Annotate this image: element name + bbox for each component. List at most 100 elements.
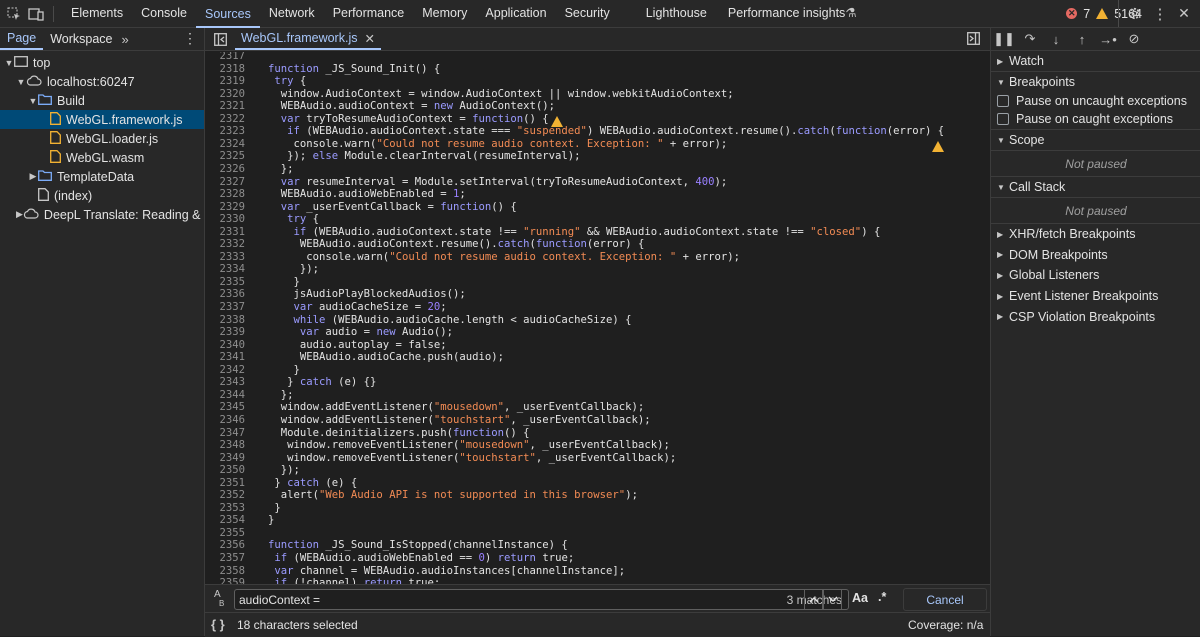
line-number[interactable]: 2348: [205, 439, 245, 451]
line-number[interactable]: 2324: [205, 138, 245, 150]
line-number[interactable]: 2352: [205, 489, 245, 501]
code-line[interactable]: WEBAudio.audioContext = new AudioContext…: [268, 100, 555, 112]
code-line[interactable]: var resumeInterval = Module.setInterval(…: [268, 176, 727, 188]
code-line[interactable]: window.removeEventListener("mousedown", …: [268, 439, 670, 451]
sidebar-section[interactable]: ▶ DOM Breakpoints: [991, 245, 1200, 266]
toggle-debugger-icon[interactable]: [967, 32, 980, 48]
navigator-menu-icon[interactable]: ⋮: [183, 30, 197, 47]
code-line[interactable]: window.removeEventListener("touchstart",…: [268, 452, 676, 464]
more-options-icon[interactable]: ⋮: [1149, 0, 1171, 27]
line-number[interactable]: 2327: [205, 176, 245, 188]
tab-lighthouse[interactable]: Lighthouse: [637, 0, 716, 26]
sidebar-section[interactable]: ▶ CSP Violation Breakpoints: [991, 306, 1200, 327]
line-number[interactable]: 2330: [205, 213, 245, 225]
device-toolbar-icon[interactable]: [25, 0, 47, 27]
line-number[interactable]: 2340: [205, 339, 245, 351]
line-number[interactable]: 2350: [205, 464, 245, 476]
tab-application[interactable]: Application: [476, 0, 555, 26]
line-number[interactable]: 2345: [205, 401, 245, 413]
line-number[interactable]: 2336: [205, 288, 245, 300]
line-number[interactable]: 2356: [205, 539, 245, 551]
code-line[interactable]: window.addEventListener("touchstart", _u…: [268, 414, 651, 426]
line-number[interactable]: 2331: [205, 226, 245, 238]
previous-match-button[interactable]: [804, 589, 823, 610]
line-number[interactable]: 2317: [205, 52, 245, 62]
tab-page[interactable]: Page: [0, 28, 44, 50]
tab-workspace[interactable]: Workspace: [43, 28, 119, 50]
replace-toggle-icon[interactable]: AB: [214, 590, 224, 609]
pause-caught-checkbox[interactable]: Pause on caught exceptions: [991, 109, 1200, 130]
code-line[interactable]: function _JS_Sound_IsStopped(channelInst…: [268, 539, 568, 551]
code-line[interactable]: }: [268, 502, 280, 514]
code-line[interactable]: audio.autoplay = false;: [268, 339, 447, 351]
code-line[interactable]: try {: [268, 213, 319, 225]
scope-section[interactable]: ▼ Scope: [991, 130, 1200, 151]
code-line[interactable]: WEBAudio.audioContext.resume().catch(fun…: [268, 238, 644, 250]
code-line[interactable]: var tryToResumeAudioContext = function()…: [268, 113, 549, 125]
line-number[interactable]: 2328: [205, 188, 245, 200]
line-number[interactable]: 2344: [205, 389, 245, 401]
line-number[interactable]: 2323: [205, 125, 245, 137]
step-into-icon[interactable]: ↓: [1043, 32, 1069, 47]
more-tabs-icon[interactable]: »: [120, 32, 129, 47]
pause-uncaught-checkbox[interactable]: Pause on uncaught exceptions: [991, 92, 1200, 109]
line-number[interactable]: 2351: [205, 477, 245, 489]
line-number[interactable]: 2319: [205, 75, 245, 87]
code-line[interactable]: });: [268, 263, 319, 275]
tab-elements[interactable]: Elements: [62, 0, 132, 26]
close-tab-icon[interactable]: ✕: [364, 31, 374, 46]
code-line[interactable]: };: [268, 163, 294, 175]
line-number[interactable]: 2321: [205, 100, 245, 112]
close-devtools-icon[interactable]: ✕: [1173, 0, 1195, 27]
line-number[interactable]: 2329: [205, 201, 245, 213]
code-line[interactable]: alert("Web Audio API is not supported in…: [268, 489, 638, 501]
code-line[interactable]: }); else Module.clearInterval(resumeInte…: [268, 150, 580, 162]
sidebar-section[interactable]: ▶ Event Listener Breakpoints: [991, 286, 1200, 307]
warning-icon[interactable]: [932, 140, 944, 152]
step-over-icon[interactable]: ↷: [1017, 31, 1043, 47]
line-number[interactable]: 2342: [205, 364, 245, 376]
tab-sources[interactable]: Sources: [195, 1, 260, 28]
code-area[interactable]: 2317 2318 function _JS_Sound_Init() {2319 …: [205, 52, 990, 584]
line-number[interactable]: 2318: [205, 63, 245, 75]
line-number[interactable]: 2322: [205, 113, 245, 125]
line-number[interactable]: 2357: [205, 552, 245, 564]
line-number[interactable]: 2343: [205, 376, 245, 388]
tab-security[interactable]: Security: [556, 0, 619, 26]
tree-item[interactable]: ▼ top: [0, 53, 204, 72]
code-line[interactable]: if (WEBAudio.audioContext.state === "sus…: [268, 125, 944, 137]
tree-item[interactable]: ▼ Build: [0, 91, 204, 110]
tree-item[interactable]: (index): [0, 186, 204, 205]
tab-performance[interactable]: Performance: [324, 0, 414, 26]
search-input[interactable]: audioContext = 3 matches: [234, 589, 849, 610]
code-line[interactable]: window.addEventListener("mousedown", _us…: [268, 401, 645, 413]
line-number[interactable]: 2335: [205, 276, 245, 288]
code-line[interactable]: var audio = new Audio();: [268, 326, 453, 338]
line-number[interactable]: 2346: [205, 414, 245, 426]
code-line[interactable]: while (WEBAudio.audioCache.length < audi…: [268, 314, 632, 326]
breakpoints-section[interactable]: ▼ Breakpoints: [991, 72, 1200, 92]
line-number[interactable]: 2320: [205, 88, 245, 100]
code-line[interactable]: var channel = WEBAudio.audioInstances[ch…: [268, 565, 625, 577]
sidebar-section[interactable]: ▶ Global Listeners: [991, 265, 1200, 286]
code-line[interactable]: if (WEBAudio.audioWebEnabled == 0) retur…: [268, 552, 574, 564]
code-line[interactable]: console.warn("Could not resume audio con…: [268, 251, 740, 263]
code-line[interactable]: }: [268, 514, 274, 526]
line-number[interactable]: 2347: [205, 427, 245, 439]
line-number[interactable]: 2353: [205, 502, 245, 514]
regex-button[interactable]: .*: [878, 590, 886, 604]
tab-console[interactable]: Console: [132, 0, 196, 26]
next-match-button[interactable]: [823, 589, 842, 610]
tree-item[interactable]: ▼ localhost:60247: [0, 72, 204, 91]
step-icon[interactable]: →•: [1095, 32, 1121, 47]
toggle-navigator-icon[interactable]: [205, 32, 235, 46]
settings-gear-icon[interactable]: [1123, 0, 1145, 27]
line-number[interactable]: 2339: [205, 326, 245, 338]
code-line[interactable]: var audioCacheSize = 20;: [268, 301, 447, 313]
tab-memory[interactable]: Memory: [413, 0, 476, 26]
inspect-element-icon[interactable]: [3, 0, 25, 27]
line-number[interactable]: 2334: [205, 263, 245, 275]
line-number[interactable]: 2341: [205, 351, 245, 363]
code-line[interactable]: Module.deinitializers.push(function() {: [268, 427, 530, 439]
line-number[interactable]: 2326: [205, 163, 245, 175]
